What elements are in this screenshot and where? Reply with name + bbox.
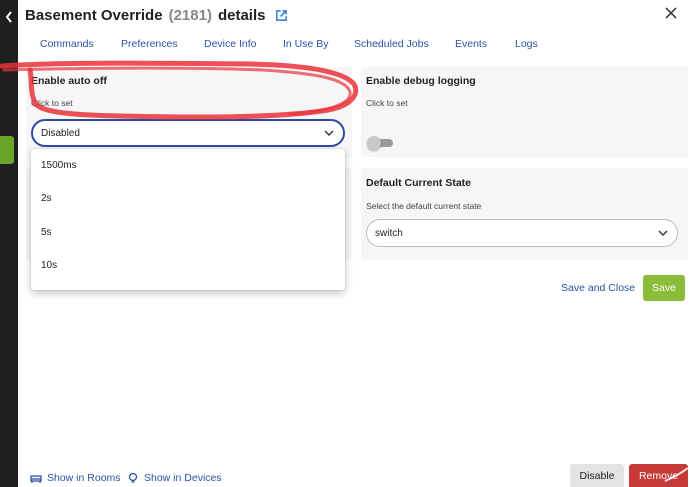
chevron-down-icon	[324, 130, 334, 136]
tab-preferences[interactable]: Preferences	[121, 38, 204, 50]
tab-bar: Commands Preferences Device Info In Use …	[40, 38, 555, 50]
option-1500ms[interactable]: 1500ms	[41, 160, 77, 171]
save-and-close-button[interactable]: Save and Close	[561, 282, 635, 294]
debug-logging-hint: Click to set	[366, 98, 408, 108]
save-button[interactable]: Save	[643, 275, 685, 301]
auto-off-selected-value: Disabled	[41, 127, 80, 139]
default-state-select[interactable]: switch	[366, 219, 678, 247]
show-in-rooms-label: Show in Rooms	[47, 472, 121, 484]
disable-button[interactable]: Disable	[570, 464, 624, 487]
chevron-down-icon	[658, 230, 668, 236]
tab-commands[interactable]: Commands	[40, 38, 121, 50]
debug-logging-card: Enable debug logging Click to set	[361, 67, 688, 157]
auto-off-label: Enable auto off	[31, 75, 107, 87]
device-details-dialog: Basement Override (2181) details Command…	[18, 0, 690, 487]
tab-logs[interactable]: Logs	[515, 38, 555, 50]
app-side-strip	[0, 0, 18, 487]
auto-off-hint: Click to set	[31, 98, 73, 108]
default-state-label: Default Current State	[366, 177, 472, 189]
debug-logging-toggle[interactable]	[367, 136, 393, 150]
show-in-devices-label: Show in Devices	[144, 472, 222, 484]
show-in-devices-link[interactable]: Show in Devices	[127, 472, 222, 484]
default-state-hint: Select the default current state	[366, 201, 482, 211]
option-10s[interactable]: 10s	[41, 260, 57, 271]
title-suffix: details	[217, 6, 266, 24]
tab-scheduled-jobs[interactable]: Scheduled Jobs	[354, 38, 455, 50]
tab-device-info[interactable]: Device Info	[204, 38, 283, 50]
default-state-selected-value: switch	[375, 227, 403, 239]
toggle-knob	[367, 136, 381, 150]
close-icon[interactable]	[664, 6, 678, 20]
auto-off-options-menu: 1500ms 2s 5s 10s	[31, 149, 345, 290]
tab-in-use-by[interactable]: In Use By	[283, 38, 354, 50]
lightbulb-icon	[128, 472, 138, 483]
external-link-icon[interactable]	[275, 9, 288, 22]
tab-events[interactable]: Events	[455, 38, 515, 50]
chevron-left-icon[interactable]	[4, 10, 14, 24]
device-name: Basement Override	[25, 6, 163, 24]
sofa-icon	[30, 475, 42, 483]
device-id: (2181)	[168, 6, 212, 24]
option-5s[interactable]: 5s	[41, 227, 52, 238]
debug-logging-label: Enable debug logging	[366, 75, 476, 87]
remove-button[interactable]: Remove	[629, 464, 688, 487]
option-2s[interactable]: 2s	[41, 193, 52, 204]
auto-off-select[interactable]: Disabled	[31, 119, 345, 147]
dialog-title: Basement Override (2181) details	[25, 4, 288, 26]
show-in-rooms-link[interactable]: Show in Rooms	[30, 472, 121, 484]
side-active-indicator	[0, 136, 14, 164]
